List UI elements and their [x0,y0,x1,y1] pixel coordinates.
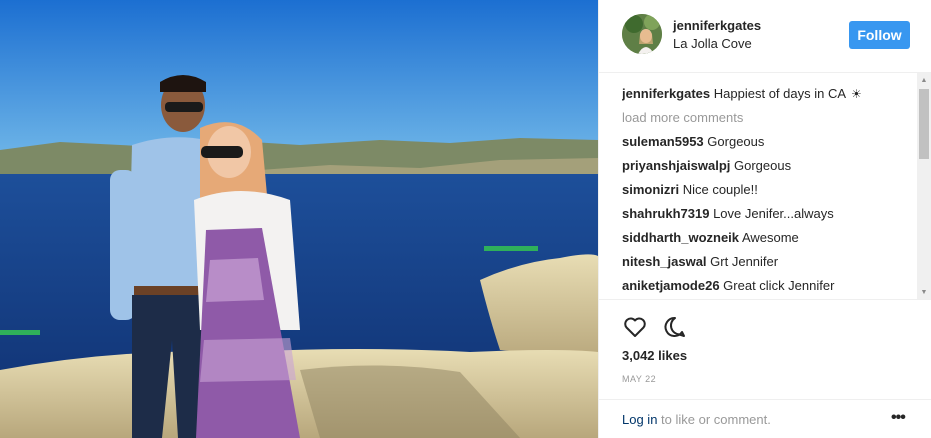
comment-item: simonizri Nice couple!! [622,181,912,205]
post-photo[interactable] [0,0,598,438]
comment-username[interactable]: suleman5953 [622,134,704,149]
scroll-down-arrow-icon[interactable]: ▼ [917,285,931,299]
login-link[interactable]: Log in [622,412,657,427]
instagram-post: jenniferkgates La Jolla Cove Follow jenn… [0,0,931,438]
login-prompt-text: to like or comment. [657,412,771,427]
caption-text: Happiest of days in CA [713,86,846,101]
user-block: jenniferkgates La Jolla Cove [673,17,761,54]
header-username[interactable]: jenniferkgates [673,17,761,34]
photo-couple-la-jolla [0,0,598,438]
comments-section[interactable]: jenniferkgates Happiest of days in CA ☀ … [599,73,931,299]
action-icon-row [622,314,688,340]
comment-item: shahrukh7319 Love Jenifer...always [622,205,912,229]
post-footer: Log in to like or comment. ••• [599,399,931,438]
login-prompt: Log in to like or comment. [622,412,771,427]
scroll-thumb[interactable] [919,89,929,159]
scroll-up-arrow-icon[interactable]: ▲ [917,73,931,87]
like-count[interactable]: 3,042 likes [622,348,687,363]
avatar-image [622,14,662,54]
comment-text: Nice couple!! [682,182,758,197]
avatar[interactable] [622,14,662,54]
comment-text: Grt Jennifer [710,254,779,269]
more-options-icon[interactable]: ••• [891,410,911,426]
comment-item: siddharth_wozneik Awesome [622,229,912,253]
comments-scrollbar[interactable]: ▲ ▼ [917,73,931,299]
post-actions: 3,042 likes MAY 22 [599,299,931,399]
comment-username[interactable]: nitesh_jaswal [622,254,707,269]
comment-item: aniketjamode26 Great click Jennifer [622,277,912,299]
comment-text: Gorgeous [707,134,765,149]
comment-text: Love Jenifer...always [713,206,834,221]
comment-item: priyanshjaiswalpj Gorgeous [622,157,912,181]
comment-text: Gorgeous [734,158,792,173]
sun-icon: ☀ [850,87,862,101]
comment-username[interactable]: simonizri [622,182,679,197]
load-more-comments-link[interactable]: load more comments [622,109,912,133]
heart-icon[interactable] [622,314,648,340]
post-header: jenniferkgates La Jolla Cove Follow [599,0,931,73]
comment-username[interactable]: shahrukh7319 [622,206,709,221]
comment-bubble-icon[interactable] [662,314,688,340]
comment-username[interactable]: siddharth_wozneik [622,230,739,245]
post-date: MAY 22 [622,374,657,384]
follow-button[interactable]: Follow [849,21,910,49]
comment-list: jenniferkgates Happiest of days in CA ☀ … [622,85,912,299]
comment-item: nitesh_jaswal Grt Jennifer [622,253,912,277]
comment-item: suleman5953 Gorgeous [622,133,912,157]
comment-text: Great click Jennifer [723,278,835,293]
post-location[interactable]: La Jolla Cove [673,34,761,54]
post-side-panel: jenniferkgates La Jolla Cove Follow jenn… [598,0,931,438]
comment-username[interactable]: aniketjamode26 [622,278,720,293]
caption-username[interactable]: jenniferkgates [622,86,710,101]
comment-username[interactable]: priyanshjaiswalpj [622,158,730,173]
comment-text: Awesome [741,230,799,245]
caption: jenniferkgates Happiest of days in CA ☀ [622,85,912,109]
